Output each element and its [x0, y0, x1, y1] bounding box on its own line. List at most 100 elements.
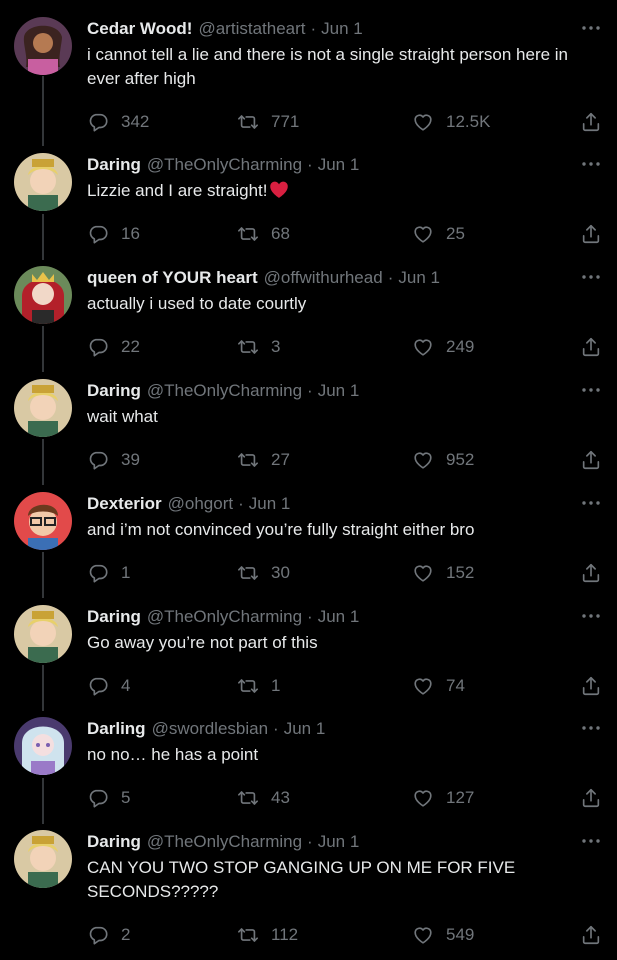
separator: ·	[307, 832, 313, 851]
like-button[interactable]: 249	[412, 335, 474, 359]
tweet-header: Cedar Wood! @artistatheart · Jun 1	[87, 17, 363, 41]
retweet-button[interactable]: 30	[237, 561, 290, 585]
share-icon	[580, 787, 602, 809]
retweet-count: 30	[271, 563, 290, 582]
tweet-header: Daring @TheOnlyCharming · Jun 1	[87, 605, 359, 629]
share-button[interactable]	[580, 674, 602, 698]
tweet-actions: 1 30 152	[87, 561, 602, 585]
avatar[interactable]	[14, 830, 72, 888]
retweet-icon	[237, 111, 259, 133]
like-button[interactable]: 12.5K	[412, 110, 490, 134]
red-heart-emoji	[270, 181, 289, 198]
more-icon[interactable]	[581, 157, 601, 171]
like-count: 25	[446, 224, 465, 243]
username[interactable]: @TheOnlyCharming	[147, 832, 302, 852]
display-name[interactable]: Daring	[87, 607, 141, 627]
display-name[interactable]: Cedar Wood!	[87, 19, 192, 39]
reply-button[interactable]: 39	[87, 448, 140, 472]
like-button[interactable]: 127	[412, 786, 474, 810]
more-icon[interactable]	[581, 21, 601, 35]
share-button[interactable]	[580, 110, 602, 134]
timestamp[interactable]: Jun 1	[318, 381, 360, 401]
avatar[interactable]	[14, 379, 72, 437]
reply-button[interactable]: 4	[87, 674, 130, 698]
avatar[interactable]	[14, 153, 72, 211]
share-icon	[580, 562, 602, 584]
retweet-button[interactable]: 68	[237, 222, 290, 246]
reply-button[interactable]: 2	[87, 923, 130, 947]
display-name[interactable]: Daring	[87, 381, 141, 401]
username[interactable]: @offwithurhead	[264, 268, 383, 288]
avatar[interactable]	[14, 266, 72, 324]
reply-count: 1	[121, 563, 131, 582]
retweet-icon	[237, 449, 259, 471]
reply-button[interactable]: 1	[87, 561, 130, 585]
username[interactable]: @artistatheart	[198, 19, 305, 39]
like-button[interactable]: 549	[412, 923, 474, 947]
display-name[interactable]: Daring	[87, 832, 141, 852]
username[interactable]: @swordlesbian	[152, 719, 268, 739]
reply-count: 4	[121, 676, 131, 695]
display-name[interactable]: Daring	[87, 155, 141, 175]
reply-icon	[87, 924, 109, 946]
retweet-button[interactable]: 112	[237, 923, 298, 947]
retweet-button[interactable]: 27	[237, 448, 290, 472]
more-icon[interactable]	[581, 609, 601, 623]
reply-count: 16	[121, 224, 140, 243]
like-button[interactable]: 952	[412, 448, 474, 472]
tweet-text-line: no no… he has a point	[87, 745, 259, 764]
retweet-button[interactable]: 771	[237, 110, 299, 134]
timestamp[interactable]: Jun 1	[318, 155, 360, 175]
reply-button[interactable]: 5	[87, 786, 130, 810]
reply-button[interactable]: 16	[87, 222, 140, 246]
username[interactable]: @ohgort	[168, 494, 233, 514]
reply-button[interactable]: 342	[87, 110, 149, 134]
retweet-icon	[237, 562, 259, 584]
separator: ·	[387, 268, 394, 287]
like-button[interactable]: 152	[412, 561, 474, 585]
display-name[interactable]: Dexterior	[87, 494, 162, 514]
avatar[interactable]	[14, 717, 72, 775]
timestamp[interactable]: Jun 1	[321, 19, 363, 39]
timestamp[interactable]: Jun 1	[398, 268, 440, 288]
like-button[interactable]: 74	[412, 674, 465, 698]
share-button[interactable]	[580, 448, 602, 472]
retweet-button[interactable]: 43	[237, 786, 290, 810]
tweet-text: no no… he has a point	[87, 743, 602, 767]
username[interactable]: @TheOnlyCharming	[147, 381, 302, 401]
more-icon[interactable]	[581, 496, 601, 510]
timestamp[interactable]: Jun 1	[318, 832, 360, 852]
username[interactable]: @TheOnlyCharming	[147, 607, 302, 627]
thread-line	[42, 552, 44, 598]
username[interactable]: @TheOnlyCharming	[147, 155, 302, 175]
reply-button[interactable]: 22	[87, 335, 140, 359]
retweet-icon	[237, 787, 259, 809]
more-icon[interactable]	[581, 834, 601, 848]
share-button[interactable]	[580, 786, 602, 810]
display-name[interactable]: Darling	[87, 719, 146, 739]
tweet-text-line: ever after high	[87, 69, 196, 88]
more-icon[interactable]	[581, 383, 601, 397]
avatar[interactable]	[14, 605, 72, 663]
share-button[interactable]	[580, 923, 602, 947]
reply-count: 342	[121, 112, 150, 131]
timestamp[interactable]: Jun 1	[249, 494, 291, 514]
share-button[interactable]	[580, 335, 602, 359]
timestamp[interactable]: Jun 1	[318, 607, 360, 627]
thread-line	[42, 778, 44, 824]
tweet-text: CAN YOU TWO STOP GANGING UP ON ME FOR FI…	[87, 856, 602, 904]
avatar[interactable]	[14, 492, 72, 550]
share-button[interactable]	[580, 222, 602, 246]
separator: ·	[238, 494, 244, 513]
more-icon[interactable]	[581, 721, 601, 735]
display-name[interactable]: queen of YOUR heart	[87, 268, 258, 288]
tweet-header: Dexterior @ohgort · Jun 1	[87, 492, 290, 516]
retweet-button[interactable]: 1	[237, 674, 280, 698]
like-button[interactable]: 25	[412, 222, 465, 246]
share-button[interactable]	[580, 561, 602, 585]
more-icon[interactable]	[581, 270, 601, 284]
retweet-button[interactable]: 3	[237, 335, 280, 359]
timestamp[interactable]: Jun 1	[284, 719, 326, 739]
avatar[interactable]	[14, 17, 72, 75]
like-count: 249	[446, 337, 475, 356]
